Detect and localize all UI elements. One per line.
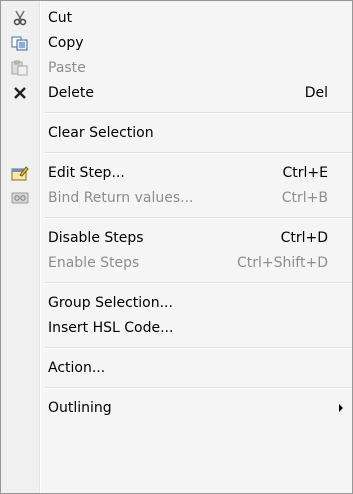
menu-item-shortcut: Ctrl+Shift+D — [237, 254, 328, 271]
menu-separator — [45, 112, 352, 113]
paste-icon — [1, 55, 39, 80]
menu-item-shortcut: Del — [304, 84, 328, 101]
menu-item-label: Copy — [48, 34, 84, 51]
menu-item-clear-selection[interactable]: Clear Selection — [1, 120, 352, 145]
menu-item-label: Bind Return values... — [48, 189, 194, 206]
menu-item-label: Disable Steps — [48, 229, 144, 246]
menu-item-shortcut: Ctrl+E — [282, 164, 329, 181]
menu-item-outlining[interactable]: Outlining — [1, 395, 352, 420]
menu-item-bind-return-values[interactable]: Bind Return values... Ctrl+B — [1, 185, 352, 210]
menu-item-copy[interactable]: Copy — [1, 30, 352, 55]
menu-separator — [45, 217, 352, 218]
menu-item-label: Group Selection... — [48, 294, 173, 311]
menu-item-insert-hsl-code[interactable]: Insert HSL Code... — [1, 315, 352, 340]
menu-separator — [45, 152, 352, 153]
menu-item-shortcut: Ctrl+B — [281, 189, 328, 206]
copy-icon — [1, 30, 39, 55]
menu-item-label: Outlining — [48, 399, 112, 416]
menu-item-paste[interactable]: Paste — [1, 55, 352, 80]
menu-item-enable-steps[interactable]: Enable Steps Ctrl+Shift+D — [1, 250, 352, 275]
menu-items: Cut Copy Paste Delete Del Clear Selectio… — [1, 1, 352, 420]
menu-item-cut[interactable]: Cut — [1, 5, 352, 30]
bind-icon — [1, 185, 39, 210]
menu-item-label: Clear Selection — [48, 124, 154, 141]
menu-item-label: Insert HSL Code... — [48, 319, 174, 336]
menu-item-delete[interactable]: Delete Del — [1, 80, 352, 105]
menu-separator — [45, 347, 352, 348]
context-menu: Cut Copy Paste Delete Del Clear Selectio… — [0, 0, 353, 494]
edit-step-icon — [1, 160, 39, 185]
menu-item-action[interactable]: Action... — [1, 355, 352, 380]
scissors-icon — [1, 5, 39, 30]
menu-item-label: Edit Step... — [48, 164, 125, 181]
menu-item-label: Action... — [48, 359, 106, 376]
menu-item-label: Enable Steps — [48, 254, 140, 271]
menu-item-label: Paste — [48, 59, 86, 76]
menu-item-edit-step[interactable]: Edit Step... Ctrl+E — [1, 160, 352, 185]
menu-item-shortcut: Ctrl+D — [280, 229, 328, 246]
menu-item-disable-steps[interactable]: Disable Steps Ctrl+D — [1, 225, 352, 250]
menu-item-group-selection[interactable]: Group Selection... — [1, 290, 352, 315]
submenu-arrow-icon — [339, 404, 343, 412]
menu-separator — [45, 387, 352, 388]
menu-item-label: Cut — [48, 9, 73, 26]
delete-x-icon — [1, 80, 39, 105]
menu-separator — [45, 282, 352, 283]
menu-item-label: Delete — [48, 84, 94, 101]
